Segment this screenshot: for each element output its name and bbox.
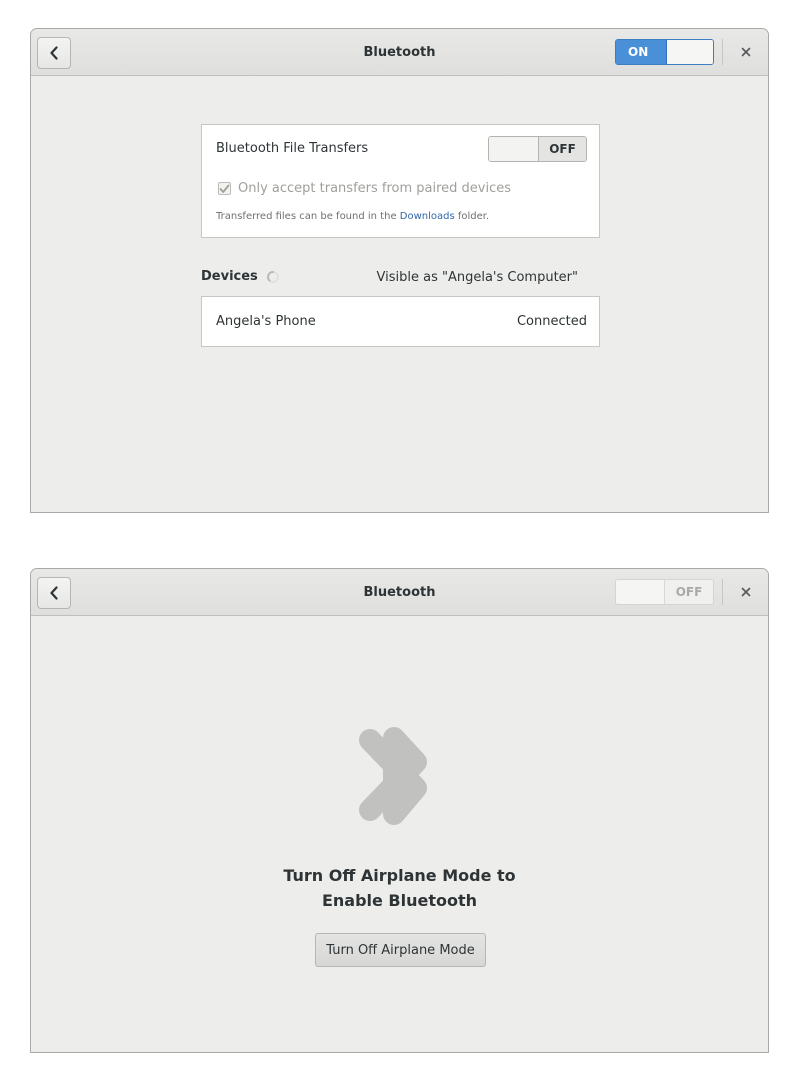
close-icon	[741, 47, 751, 57]
bluetooth-icon	[359, 727, 427, 825]
switch-off-label: OFF	[539, 137, 586, 161]
device-status: Connected	[516, 314, 587, 329]
header-separator	[722, 39, 723, 65]
device-name: Angela's Phone	[216, 314, 316, 329]
file-transfers-panel: Bluetooth File Transfers OFF Only accept…	[201, 124, 600, 238]
device-row[interactable]: Angela's Phone Connected	[202, 297, 599, 346]
hint-prefix: Transferred files can be found in the	[216, 211, 400, 222]
paired-only-checkbox-row[interactable]: Only accept transfers from paired device…	[218, 181, 511, 196]
switch-knob[interactable]	[666, 40, 713, 64]
bluetooth-window-on: Bluetooth ON Bluetooth File Transfers OF…	[30, 28, 769, 513]
message-line-1: Turn Off Airplane Mode to	[283, 866, 516, 885]
bluetooth-power-switch[interactable]: ON	[615, 39, 714, 65]
visible-as-label: Visible as "Angela's Computer"	[376, 270, 579, 285]
paired-only-label: Only accept transfers from paired device…	[238, 181, 512, 196]
file-transfers-switch[interactable]: OFF	[488, 136, 587, 162]
turn-off-airplane-mode-button[interactable]: Turn Off Airplane Mode	[315, 933, 486, 967]
file-transfers-label: Bluetooth File Transfers	[216, 141, 369, 156]
checkmark-icon	[219, 184, 230, 193]
downloads-link[interactable]: Downloads	[400, 211, 455, 222]
switch-knob[interactable]	[489, 137, 539, 161]
switch-off-label: OFF	[665, 580, 713, 604]
close-button[interactable]	[734, 42, 758, 62]
bluetooth-power-switch: OFF	[615, 579, 714, 605]
hint-suffix: folder.	[454, 211, 490, 222]
header-separator	[722, 579, 723, 605]
downloads-hint: Transferred files can be found in the Do…	[216, 211, 489, 222]
close-button[interactable]	[734, 582, 758, 602]
devices-list: Angela's Phone Connected	[201, 296, 600, 347]
airplane-mode-message: Turn Off Airplane Mode to Enable Bluetoo…	[31, 863, 768, 913]
header-bar: Bluetooth OFF	[31, 569, 768, 616]
paired-only-checkbox[interactable]	[218, 182, 231, 195]
close-icon	[741, 587, 751, 597]
bluetooth-window-airplane: Bluetooth OFF Turn Off Airplane Mode to …	[30, 568, 769, 1053]
header-bar: Bluetooth ON	[31, 29, 768, 76]
message-line-2: Enable Bluetooth	[321, 891, 478, 910]
switch-knob	[616, 580, 665, 604]
spinner-icon	[266, 270, 279, 283]
devices-label: Devices	[201, 269, 258, 284]
devices-heading: Devices	[201, 269, 280, 284]
switch-on-label: ON	[616, 40, 666, 64]
